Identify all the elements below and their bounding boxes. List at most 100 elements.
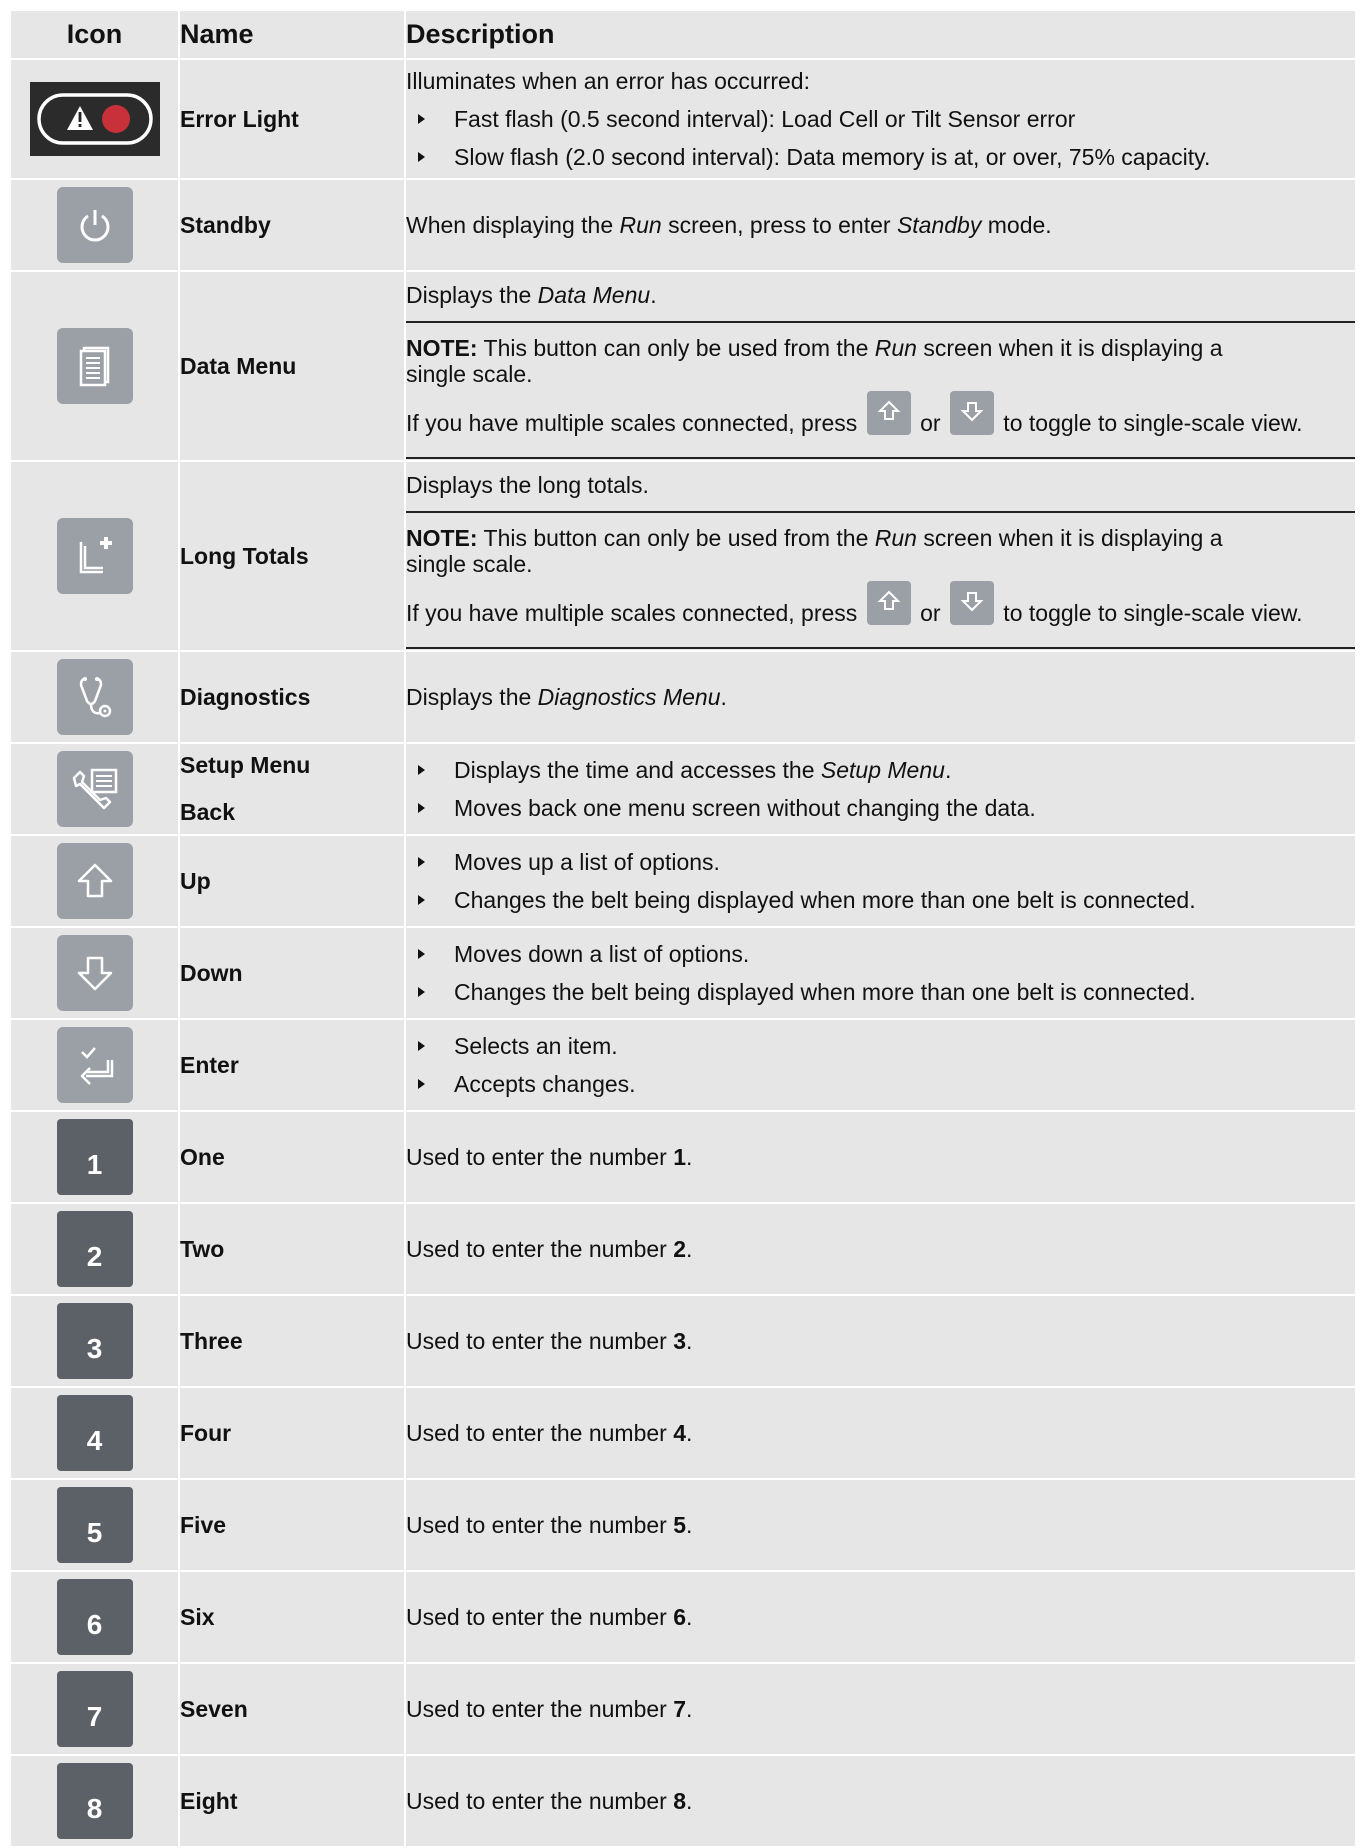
column-header-name: Name xyxy=(178,9,406,60)
row-description: When displaying the Run screen, press to… xyxy=(404,178,1357,272)
row-name-line: Back xyxy=(180,799,235,825)
table-row: Setup Menu Back Displays the time and ac… xyxy=(9,742,1357,836)
row-description: Moves up a list of options. Changes the … xyxy=(404,834,1357,928)
table-row: Data Menu Displays the Data Menu. NOTE: … xyxy=(9,270,1357,462)
row-name: Data Menu xyxy=(178,270,406,462)
row-description: Used to enter the number 2. xyxy=(404,1202,1357,1296)
table-header-row: Icon Name Description xyxy=(9,9,1357,60)
text: or xyxy=(913,410,947,436)
stethoscope-icon[interactable] xyxy=(56,659,133,735)
power-icon[interactable] xyxy=(56,187,133,263)
text: . xyxy=(686,1787,693,1814)
number-value: 2 xyxy=(673,1235,687,1262)
arrow-up-icon xyxy=(866,391,911,435)
text: . xyxy=(686,1327,693,1354)
text: Used to enter the number xyxy=(406,1603,674,1630)
row-name: Setup Menu Back xyxy=(178,742,406,836)
text: If you have multiple scales connected, p… xyxy=(406,410,864,436)
row-description: Used to enter the number 7. xyxy=(404,1662,1357,1756)
long-totals-plus-icon[interactable] xyxy=(56,518,133,594)
number-key-label: 6 xyxy=(86,1609,103,1640)
text: Run xyxy=(874,525,917,551)
row-name: Seven xyxy=(178,1662,406,1756)
arrow-up-icon[interactable] xyxy=(56,843,133,919)
text: Run xyxy=(874,335,917,361)
list-item: Moves back one menu screen without chang… xyxy=(406,795,1355,821)
row-description: Used to enter the number 8. xyxy=(404,1754,1357,1848)
text: mode. xyxy=(981,211,1052,238)
number-key-button[interactable]: 4 xyxy=(56,1395,133,1471)
number-key-button[interactable]: 2 xyxy=(56,1211,133,1287)
column-header-icon: Icon xyxy=(9,9,180,60)
arrow-down-icon xyxy=(949,391,994,435)
text: Diagnostics Menu xyxy=(537,683,721,710)
table-row: 3 Three Used to enter the number 3. xyxy=(9,1294,1357,1388)
text: . xyxy=(686,1143,693,1170)
table-row: Down Moves down a list of options. Chang… xyxy=(9,926,1357,1020)
number-key-button[interactable]: 7 xyxy=(56,1671,133,1747)
number-key-button[interactable]: 8 xyxy=(56,1763,133,1839)
row-name: Five xyxy=(178,1478,406,1572)
row-name: Six xyxy=(178,1570,406,1664)
text: This button can only be used from the xyxy=(477,525,875,551)
note-label: NOTE: xyxy=(406,335,478,361)
list-item: Moves up a list of options. xyxy=(406,849,1355,875)
row-name-line: Setup Menu xyxy=(180,752,311,778)
number-key-button[interactable]: 6 xyxy=(56,1579,133,1655)
list-item: Displays the time and accesses the Setup… xyxy=(406,757,1355,783)
text: screen, press to enter xyxy=(661,211,897,238)
number-key-label: 4 xyxy=(86,1425,103,1456)
number-value: 1 xyxy=(673,1143,687,1170)
row-name: Down xyxy=(178,926,406,1020)
table-row: 6 Six Used to enter the number 6. xyxy=(9,1570,1357,1664)
number-key-button[interactable]: 3 xyxy=(56,1303,133,1379)
text: When displaying the xyxy=(406,211,620,238)
description-line: Displays the long totals. xyxy=(406,462,1355,513)
list-item: Accepts changes. xyxy=(406,1071,1355,1097)
text: Standby xyxy=(896,211,982,238)
number-key-label: 7 xyxy=(86,1701,103,1732)
table-row: Diagnostics Displays the Diagnostics Men… xyxy=(9,650,1357,744)
text: . xyxy=(720,683,727,710)
description-intro: Illuminates when an error has occurred: xyxy=(406,68,810,94)
text: This button can only be used from the xyxy=(477,335,875,361)
number-value: 6 xyxy=(673,1603,687,1630)
text: Displays the xyxy=(406,282,538,308)
enter-check-icon[interactable] xyxy=(56,1027,133,1103)
list-item: Selects an item. xyxy=(406,1033,1355,1059)
row-name: Long Totals xyxy=(178,460,406,652)
text: Used to enter the number xyxy=(406,1787,674,1814)
arrow-down-icon[interactable] xyxy=(56,935,133,1011)
table-row: 5 Five Used to enter the number 5. xyxy=(9,1478,1357,1572)
number-value: 5 xyxy=(673,1511,687,1538)
text: . xyxy=(686,1603,693,1630)
list-item: Changes the belt being displayed when mo… xyxy=(406,979,1355,1005)
table-row: Enter Selects an item. Accepts changes. xyxy=(9,1018,1357,1112)
text: to toggle to single-scale view. xyxy=(996,600,1303,626)
text: . xyxy=(944,757,952,783)
table-row: Long Totals Displays the long totals. NO… xyxy=(9,460,1357,652)
text: Displays the xyxy=(406,683,538,710)
number-value: 4 xyxy=(673,1419,687,1446)
text: Used to enter the number xyxy=(406,1235,674,1262)
row-name: One xyxy=(178,1110,406,1204)
number-key-label: 3 xyxy=(86,1333,103,1364)
text: Used to enter the number xyxy=(406,1143,674,1170)
wrench-list-icon[interactable] xyxy=(56,751,133,827)
row-description: Used to enter the number 1. xyxy=(404,1110,1357,1204)
row-description: Used to enter the number 5. xyxy=(404,1478,1357,1572)
note-block: NOTE: This button can only be used from … xyxy=(406,513,1355,649)
table-row: 4 Four Used to enter the number 4. xyxy=(9,1386,1357,1480)
description-line: Displays the Data Menu. xyxy=(406,272,1355,323)
icon-reference-table: Icon Name Description Error Light Illumi… xyxy=(9,9,1357,1848)
note-label: NOTE: xyxy=(406,525,478,551)
number-key-button[interactable]: 1 xyxy=(56,1119,133,1195)
list-item: Slow flash (2.0 second interval): Data m… xyxy=(406,144,1355,170)
table-row: Up Moves up a list of options. Changes t… xyxy=(9,834,1357,928)
text: Used to enter the number xyxy=(406,1511,674,1538)
number-key-button[interactable]: 5 xyxy=(56,1487,133,1563)
table-row: Error Light Illuminates when an error ha… xyxy=(9,58,1357,180)
document-list-icon[interactable] xyxy=(56,328,133,404)
text: . xyxy=(686,1419,693,1446)
row-description: Displays the Data Menu. NOTE: This butto… xyxy=(404,270,1357,462)
